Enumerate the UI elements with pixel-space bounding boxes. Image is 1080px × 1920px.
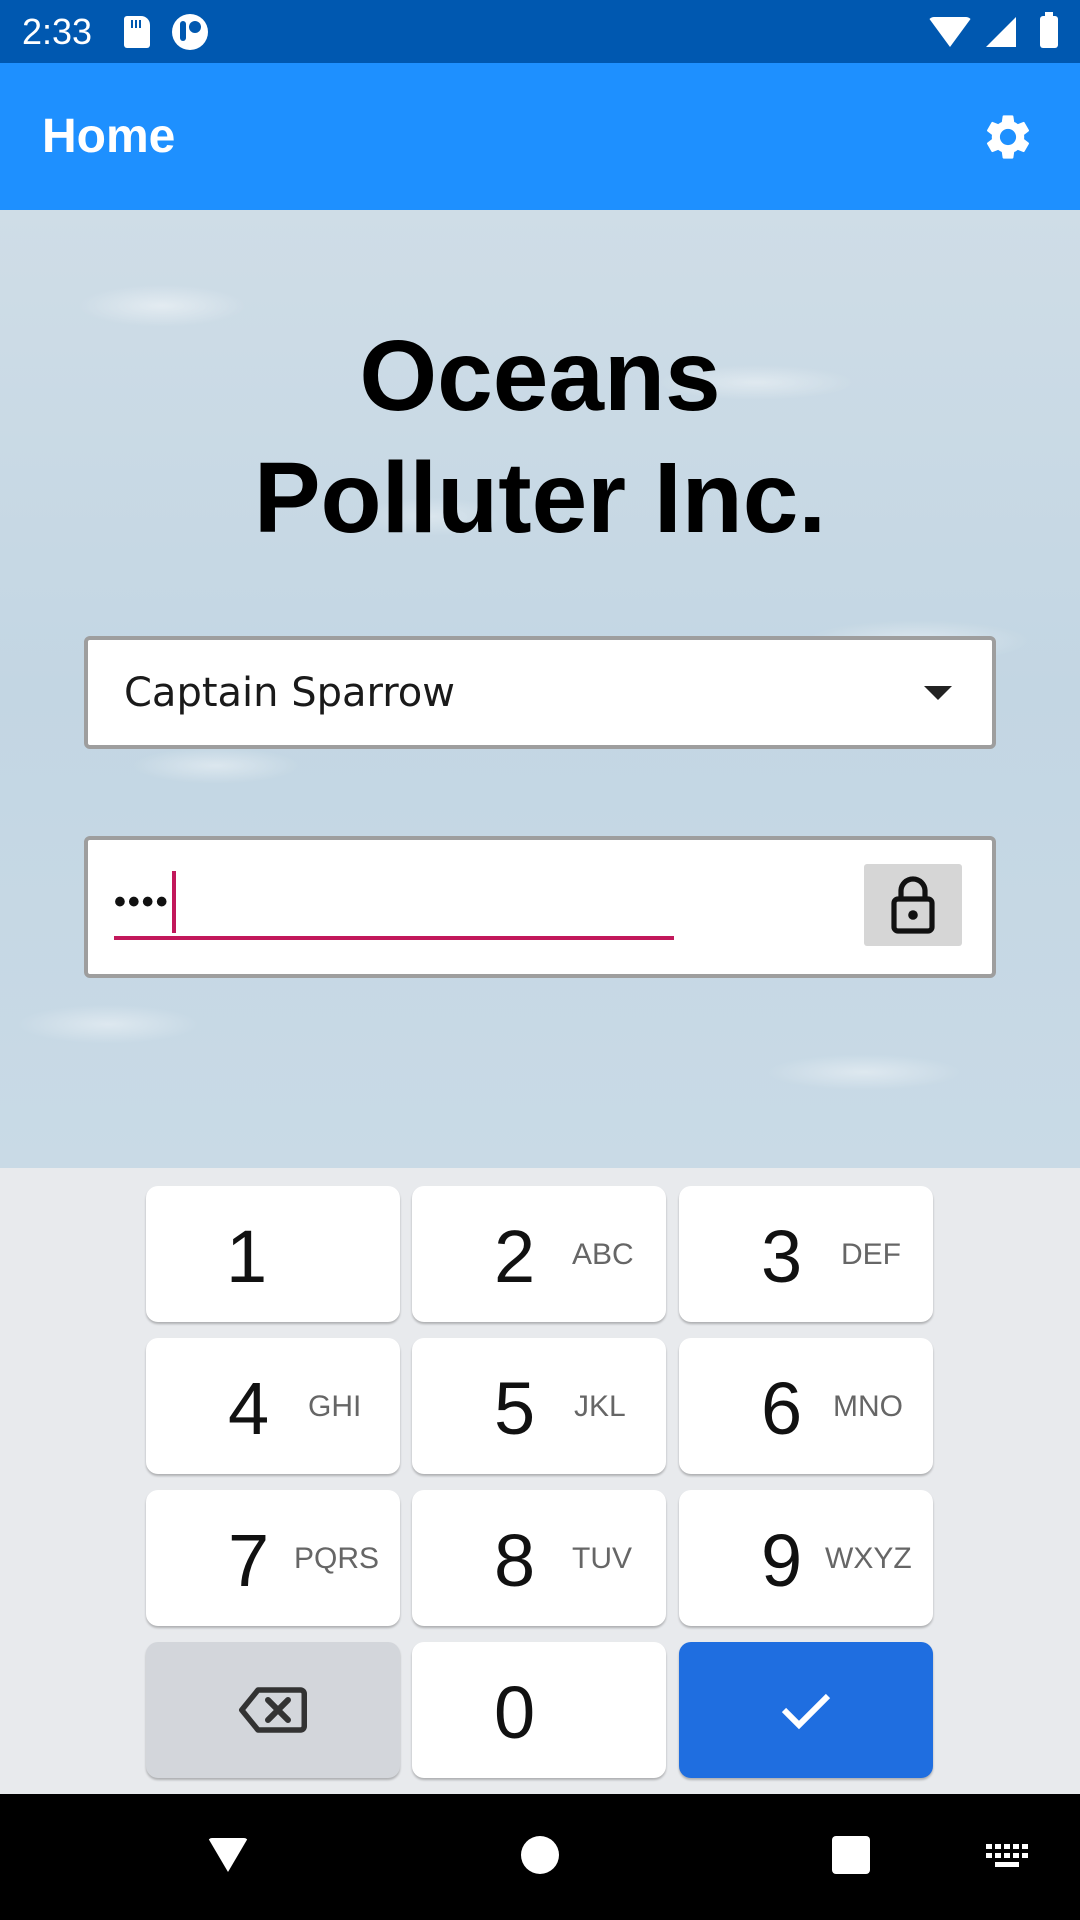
headline-line-2: Polluter Inc. (253, 442, 827, 554)
headline-line-1: Oceans (359, 320, 721, 432)
key-3[interactable]: 3 DEF (679, 1186, 933, 1322)
key-digit: 4 (228, 1367, 270, 1450)
key-digit: 8 (494, 1519, 536, 1602)
key-7[interactable]: 7 PQRS (146, 1490, 400, 1626)
key-0[interactable]: 0 (412, 1642, 666, 1778)
user-select-dropdown[interactable]: Captain Sparrow (84, 636, 996, 749)
backspace-key[interactable] (146, 1642, 400, 1778)
key-letters: PQRS (294, 1542, 380, 1575)
key-9[interactable]: 9 WXYZ (679, 1490, 933, 1626)
lock-toggle-button[interactable] (864, 864, 962, 946)
key-letters: DEF (841, 1238, 901, 1271)
page-title: Home (42, 110, 176, 163)
app-notification-icon (172, 13, 209, 50)
key-digit: 6 (761, 1367, 803, 1450)
home-icon[interactable] (521, 1836, 559, 1874)
key-digit: 1 (226, 1215, 268, 1298)
key-letters: TUV (572, 1542, 632, 1575)
key-5[interactable]: 5 JKL (412, 1338, 666, 1474)
key-letters: ABC (572, 1238, 634, 1271)
company-headline: Oceans Polluter Inc. (0, 315, 1080, 559)
back-icon[interactable] (208, 1838, 248, 1872)
key-letters: MNO (833, 1390, 903, 1423)
selected-user: Captain Sparrow (124, 669, 455, 716)
lock-icon (891, 876, 935, 934)
dropdown-arrow-icon (924, 685, 952, 700)
status-time: 2:33 (22, 10, 93, 52)
battery-icon (1040, 11, 1058, 48)
numeric-keyboard: 1 2 ABC 3 DEF 4 GHI 5 JKL 6 MNO 7 PQRS 8… (0, 1168, 1080, 1794)
done-key[interactable] (679, 1642, 933, 1778)
status-bar: 2:33 (0, 0, 1080, 63)
key-digit: 9 (761, 1519, 803, 1602)
system-nav-bar (0, 1794, 1080, 1920)
sd-card-icon (124, 15, 151, 48)
app-bar: Home (0, 63, 1080, 210)
key-2[interactable]: 2 ABC (412, 1186, 666, 1322)
login-content: Oceans Polluter Inc. Captain Sparrow •••… (0, 210, 1080, 1168)
keyboard-switch-icon[interactable] (986, 1844, 1030, 1870)
key-letters: JKL (574, 1390, 626, 1423)
key-digit: 3 (761, 1215, 803, 1298)
recents-icon[interactable] (832, 1836, 870, 1874)
key-letters: WXYZ (825, 1542, 912, 1575)
key-4[interactable]: 4 GHI (146, 1338, 400, 1474)
key-8[interactable]: 8 TUV (412, 1490, 666, 1626)
key-digit: 2 (494, 1215, 536, 1298)
key-digit: 0 (494, 1671, 536, 1754)
key-6[interactable]: 6 MNO (679, 1338, 933, 1474)
key-digit: 5 (494, 1367, 536, 1450)
password-input[interactable]: •••• (114, 868, 674, 940)
cell-signal-icon (986, 16, 1016, 47)
backspace-icon (239, 1687, 307, 1733)
status-system-icons (928, 11, 1058, 48)
settings-button[interactable] (978, 107, 1038, 167)
text-cursor (171, 871, 176, 933)
password-container: •••• (84, 836, 996, 978)
checkmark-icon (781, 1693, 831, 1730)
password-value: •••• (114, 882, 170, 921)
gear-icon (986, 114, 1030, 159)
key-1[interactable]: 1 (146, 1186, 400, 1322)
key-digit: 7 (228, 1519, 270, 1602)
key-letters: GHI (308, 1390, 362, 1423)
wifi-icon (928, 16, 972, 47)
status-notification-icons (124, 13, 209, 50)
